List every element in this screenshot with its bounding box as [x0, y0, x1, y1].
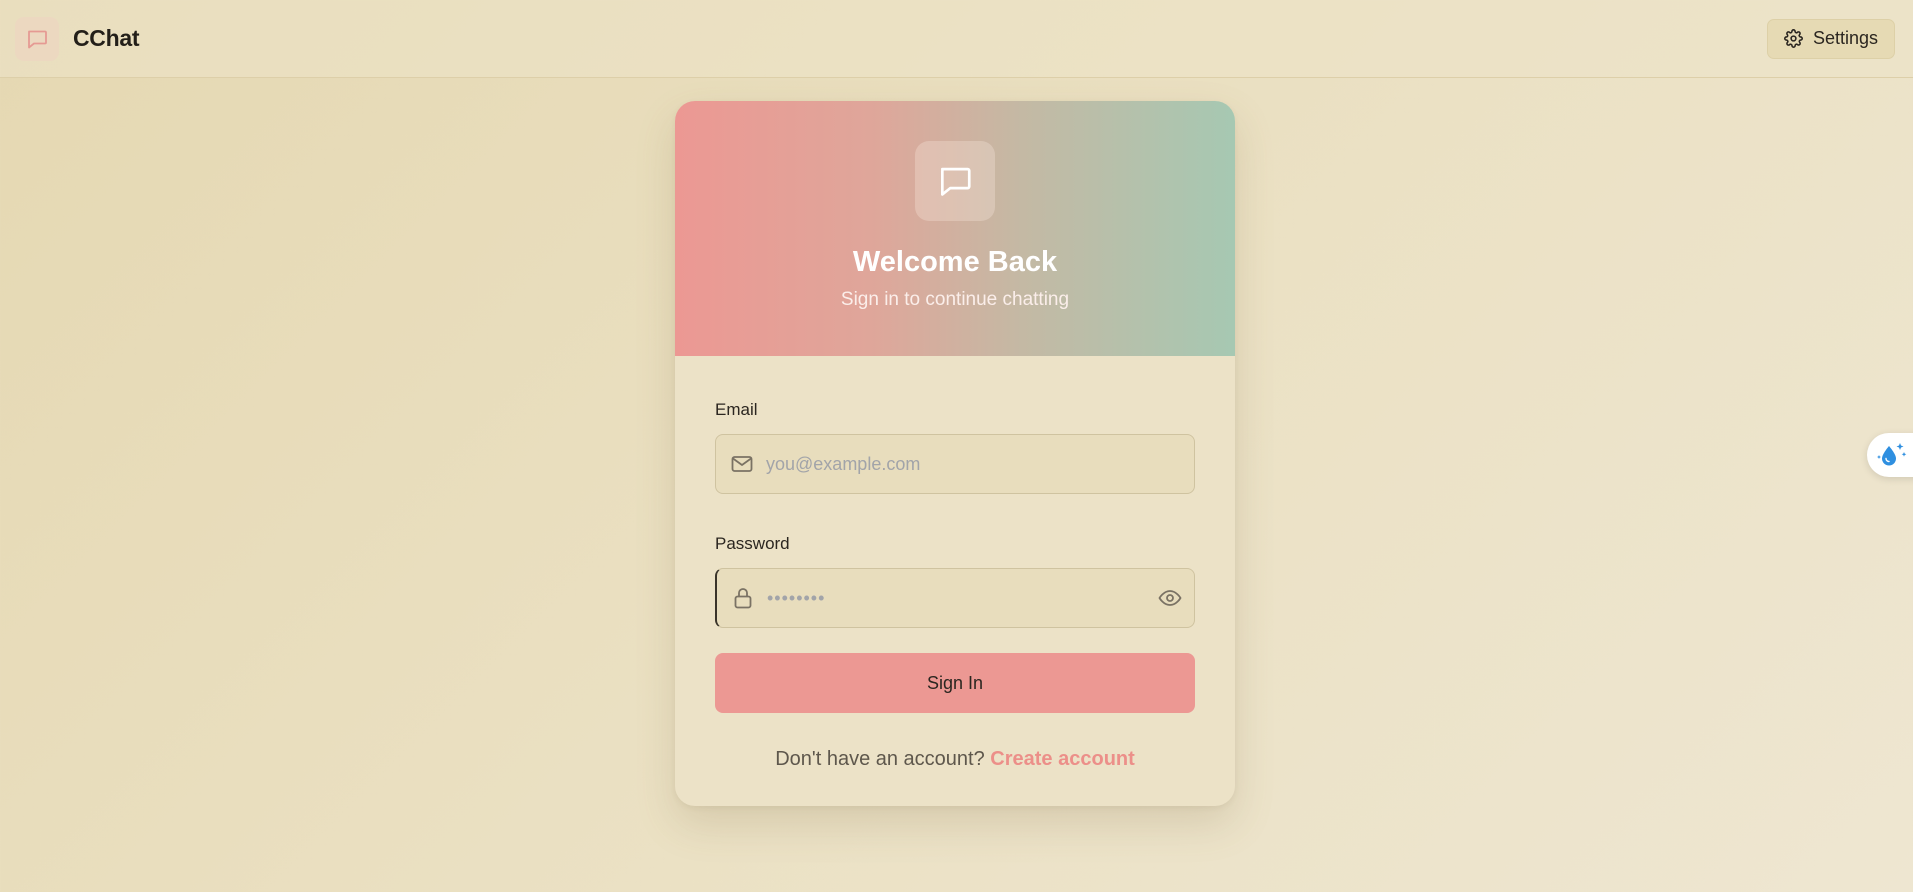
login-form: Email Password — [675, 356, 1235, 771]
page-title: Welcome Back — [852, 246, 1058, 278]
settings-button[interactable]: Settings — [1766, 18, 1895, 59]
email-field[interactable] — [716, 435, 1194, 493]
password-field[interactable] — [717, 569, 1194, 627]
brand[interactable]: CChat — [15, 16, 140, 61]
settings-label: Settings — [1812, 28, 1878, 48]
no-account-text: Don't have an account? — [775, 748, 985, 770]
card-header: Welcome Back Sign in to continue chattin… — [675, 101, 1235, 356]
create-account-link[interactable]: Create account — [990, 748, 1135, 770]
password-label: Password — [715, 534, 790, 553]
gear-icon — [1784, 29, 1803, 48]
chat-bubble-icon — [915, 141, 995, 221]
login-card: Welcome Back Sign in to continue chattin… — [675, 101, 1235, 806]
floating-widget-button[interactable] — [1867, 433, 1913, 477]
email-group: Email — [715, 400, 1195, 494]
lock-icon — [731, 586, 755, 610]
password-group: Password — [715, 534, 1195, 628]
chat-bubble-icon — [15, 16, 59, 61]
eye-icon[interactable] — [1158, 586, 1182, 610]
email-field-wrapper — [715, 434, 1195, 494]
water-drop-sparkle-icon — [1875, 440, 1909, 470]
mail-icon — [730, 452, 754, 476]
top-bar: CChat Settings — [0, 0, 1913, 78]
sign-in-button[interactable]: Sign In — [715, 653, 1195, 713]
email-label: Email — [715, 400, 758, 419]
app-name: CChat — [73, 25, 140, 51]
signup-prompt: Don't have an account? Create account — [715, 748, 1195, 771]
page-subtitle: Sign in to continue chatting — [840, 289, 1070, 310]
password-field-wrapper — [715, 568, 1195, 628]
